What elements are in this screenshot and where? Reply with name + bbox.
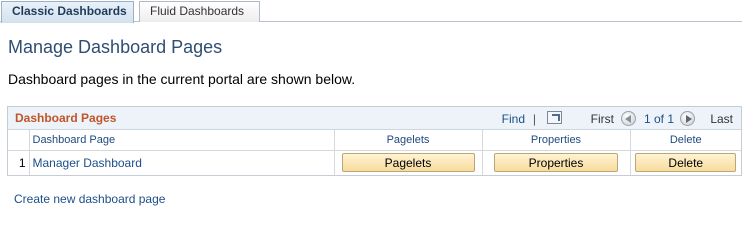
column-header-properties: Properties bbox=[482, 130, 631, 151]
tab-bar: Classic Dashboards Fluid Dashboards bbox=[0, 0, 742, 23]
grid-table: Dashboard Page Pagelets Properties Delet… bbox=[8, 130, 741, 175]
delete-button[interactable]: Delete bbox=[635, 153, 737, 173]
dashboard-page-link[interactable]: Manager Dashboard bbox=[33, 156, 142, 170]
tab-fluid-dashboards[interactable]: Fluid Dashboards bbox=[139, 1, 260, 22]
table-row: 1 Manager Dashboard Pagelets Properties … bbox=[8, 150, 741, 175]
page-description: Dashboard pages in the current portal ar… bbox=[8, 71, 356, 87]
column-header-row-number bbox=[8, 130, 30, 151]
previous-row-icon[interactable] bbox=[621, 111, 636, 126]
view-all-icon[interactable] bbox=[547, 111, 562, 124]
tab-classic-dashboards[interactable]: Classic Dashboards bbox=[1, 1, 134, 23]
page-title: Manage Dashboard Pages bbox=[8, 37, 223, 57]
properties-cell: Properties bbox=[482, 150, 631, 175]
column-header-pagelets: Pagelets bbox=[334, 130, 483, 151]
dashboard-pages-grid: Dashboard Pages Find | First 1 of 1 Last… bbox=[7, 106, 742, 176]
properties-button[interactable]: Properties bbox=[494, 153, 618, 173]
last-label[interactable]: Last bbox=[710, 112, 733, 126]
pagelets-button[interactable]: Pagelets bbox=[341, 153, 475, 173]
row-number: 1 bbox=[8, 150, 30, 175]
create-new-dashboard-link[interactable]: Create new dashboard page bbox=[14, 192, 165, 206]
tab-fluid-dashboards-label: Fluid Dashboards bbox=[150, 4, 245, 18]
row-count: 1 of 1 bbox=[643, 112, 674, 126]
first-label[interactable]: First bbox=[591, 112, 614, 126]
find-link[interactable]: Find bbox=[502, 112, 525, 126]
pagelets-cell: Pagelets bbox=[334, 150, 483, 175]
grid-title: Dashboard Pages bbox=[15, 111, 117, 125]
tab-classic-dashboards-label: Classic Dashboards bbox=[12, 4, 127, 18]
dashboard-page-cell: Manager Dashboard bbox=[29, 150, 335, 175]
delete-cell: Delete bbox=[630, 150, 741, 175]
column-header-delete: Delete bbox=[630, 130, 741, 151]
next-row-icon[interactable] bbox=[680, 111, 695, 126]
grid-header: Dashboard Pages Find | First 1 of 1 Last bbox=[8, 107, 741, 130]
column-header-dashboard-page: Dashboard Page bbox=[29, 130, 335, 151]
nav-separator: | bbox=[532, 112, 536, 126]
grid-navigation: Find | First 1 of 1 Last bbox=[473, 110, 733, 127]
grid-column-headers: Dashboard Page Pagelets Properties Delet… bbox=[8, 130, 741, 151]
